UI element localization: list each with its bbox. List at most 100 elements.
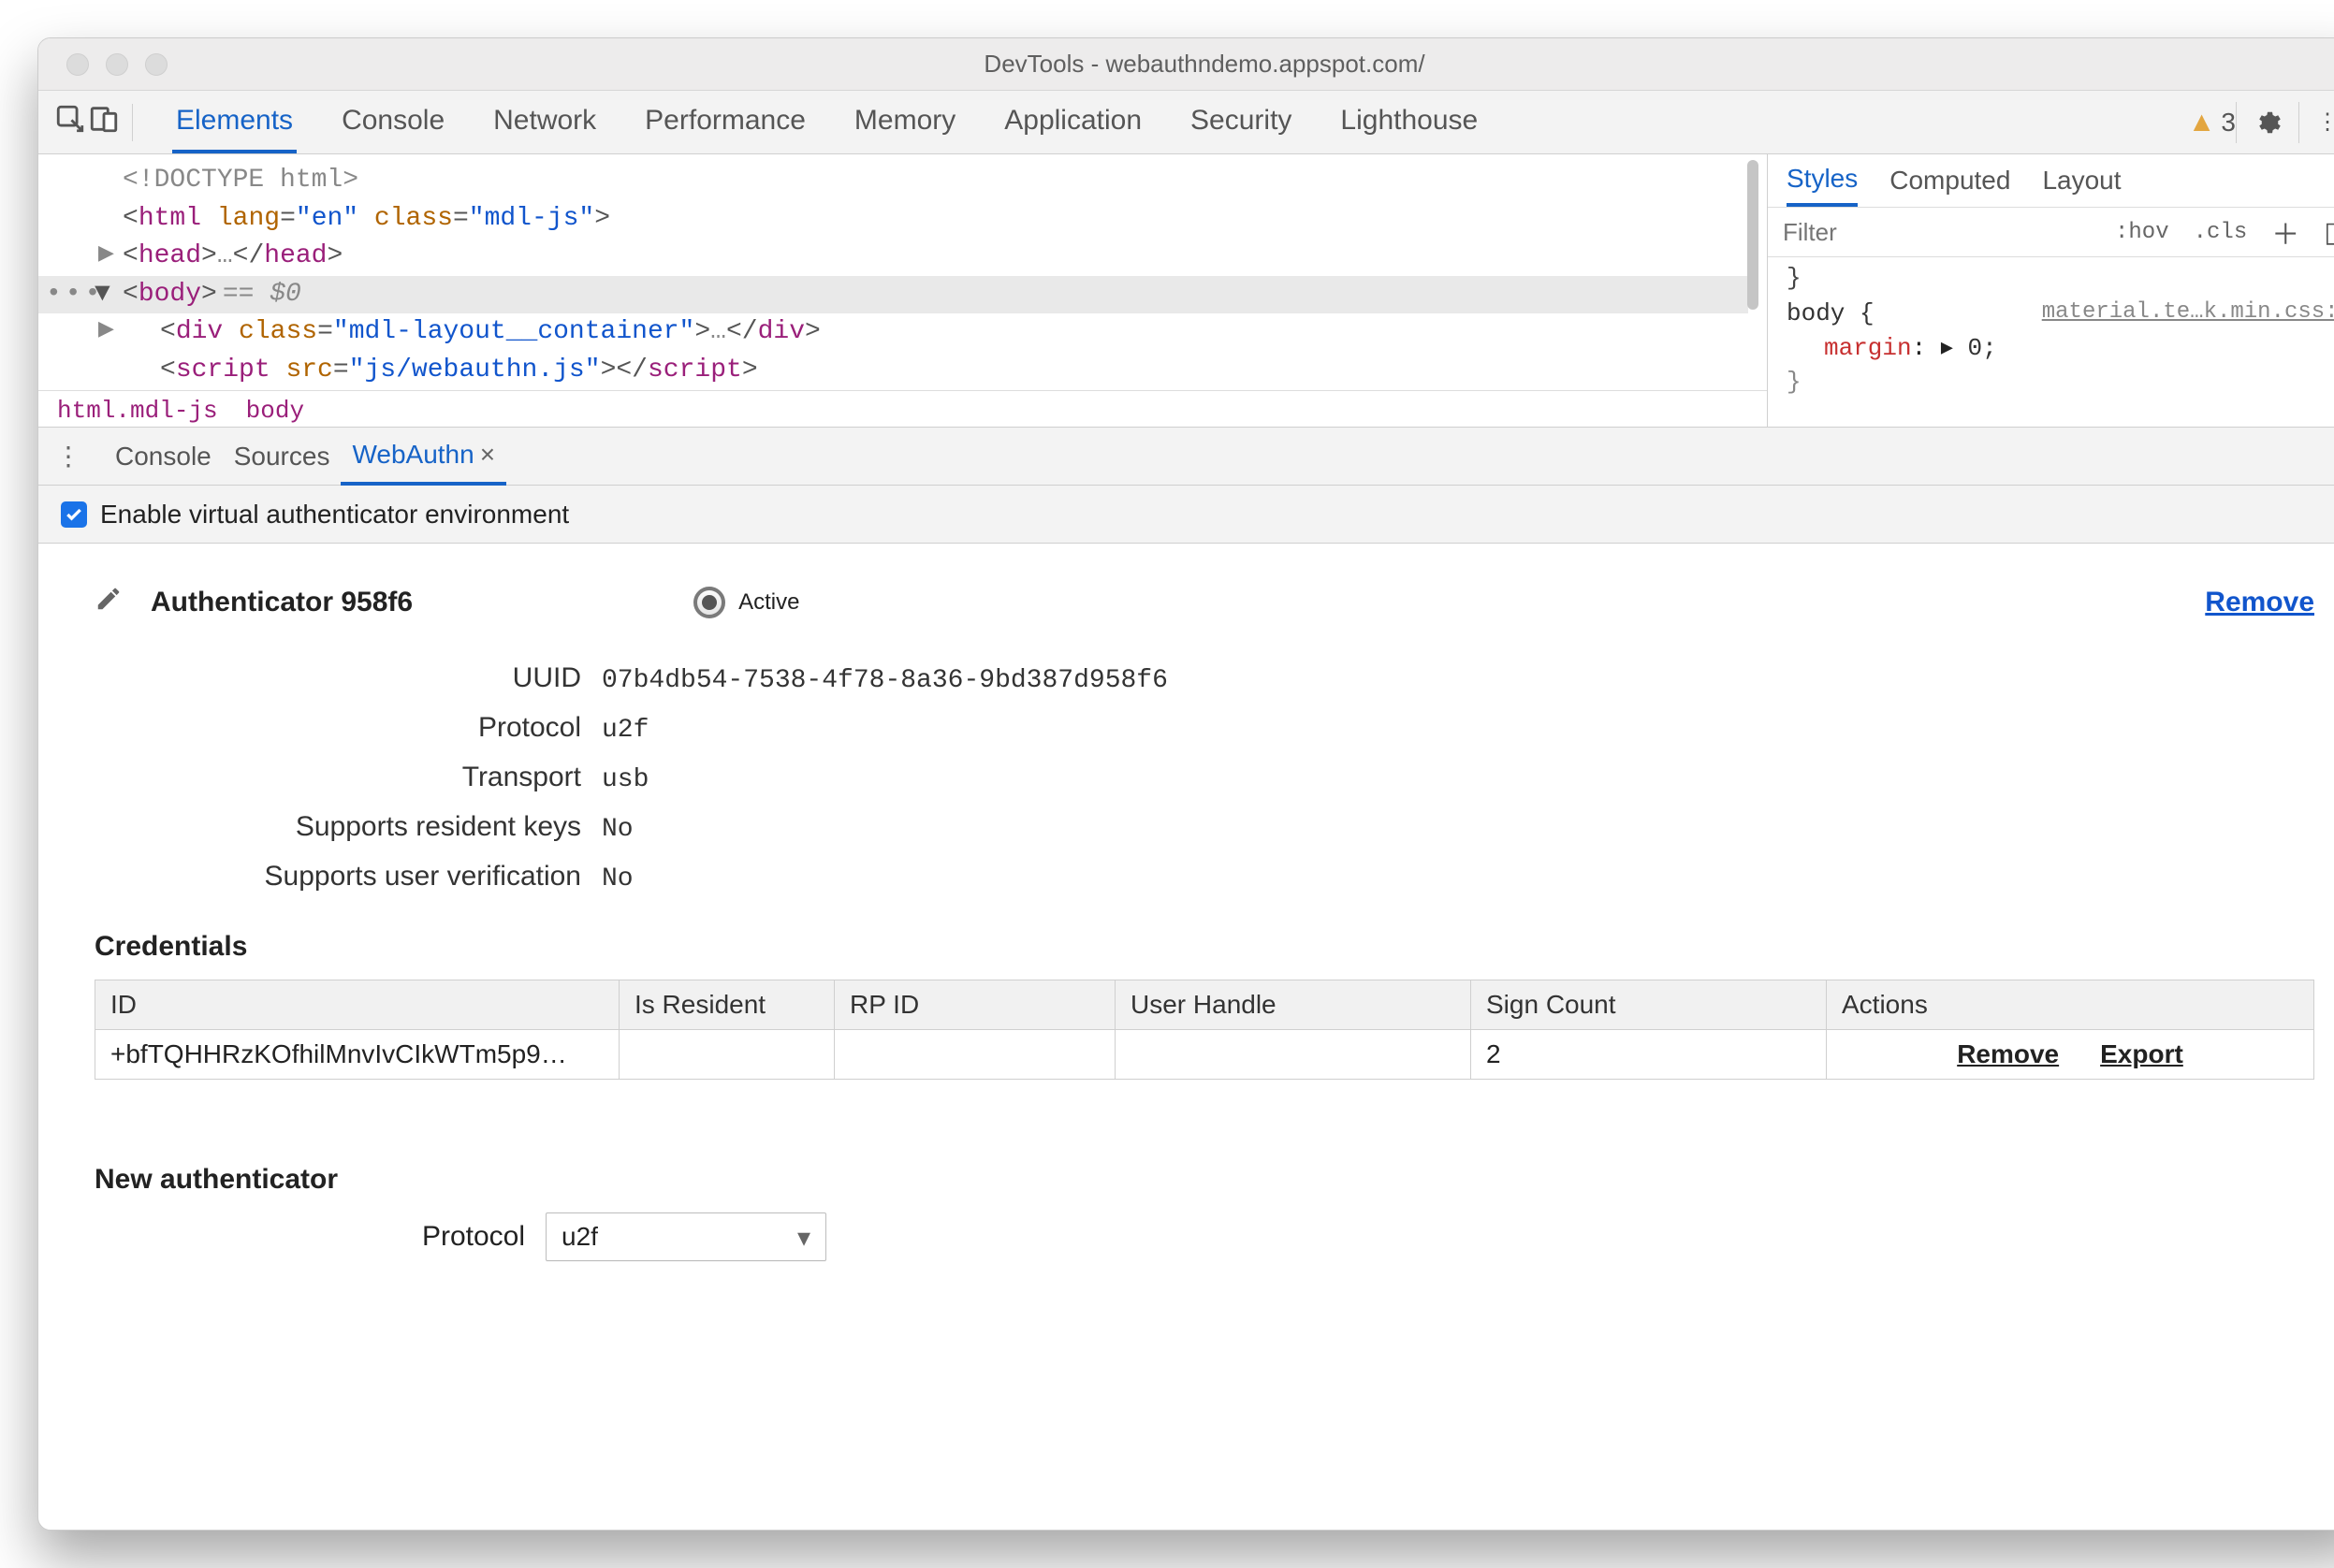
credentials-table: ID Is Resident RP ID User Handle Sign Co… [95,980,2314,1080]
uuid-value: 07b4db54-7538-4f78-8a36-9bd387d958f6 [602,666,1168,695]
styles-filter-input[interactable] [1783,218,2096,247]
more-icon[interactable]: ⋮ [2298,102,2334,143]
tab-performance[interactable]: Performance [641,92,810,153]
drawer-more-icon[interactable]: ⋮ [55,441,81,472]
authenticator-properties: UUID07b4db54-7538-4f78-8a36-9bd387d958f6… [151,662,2314,893]
cell-signcount: 2 [1471,1030,1827,1080]
device-toggle-icon[interactable] [87,103,121,141]
css-selector: body { [1787,299,1874,327]
crumb-html[interactable]: html.mdl-js [57,397,218,425]
transport-label: Transport [151,762,581,793]
pencil-icon[interactable] [95,585,123,619]
elements-split: <!DOCTYPE html> <html lang="en" class="m… [38,154,2334,428]
brace-bottom: } [1787,365,2334,399]
styles-tab-styles[interactable]: Styles [1787,164,1858,207]
tab-security[interactable]: Security [1187,92,1295,153]
chevron-down-icon: ▾ [797,1222,810,1253]
new-protocol-value: u2f [562,1222,598,1252]
panel-tabbar: Elements Console Network Performance Mem… [38,91,2334,154]
devtools-window: DevTools - webauthndemo.appspot.com/ Ele… [37,37,2334,1531]
credentials-header: Credentials [95,931,2314,963]
cell-userhandle [1116,1030,1471,1080]
warning-count[interactable]: ▲ 3 [2188,107,2236,138]
tab-lighthouse[interactable]: Lighthouse [1336,92,1481,153]
remove-authenticator-link[interactable]: Remove [2205,587,2314,618]
styles-tabs: Styles Computed Layout » [1768,154,2334,208]
divider [132,104,133,141]
active-radio[interactable] [693,587,725,618]
hov-button[interactable]: :hov [2109,218,2175,247]
styles-body[interactable]: } material.te…k.min.css:8 body { margin:… [1768,257,2334,403]
col-actions[interactable]: Actions [1827,980,2314,1030]
cell-id: +bfTQHHRzKOfhilMnvIvCIkWTm5p9… [95,1030,620,1080]
toggle-pane-icon[interactable]: ◫ [2318,216,2334,249]
styles-filter-row: :hov .cls ＋ ◫ [1768,208,2334,257]
div-line[interactable]: ▶<div class="mdl-layout__container">…</d… [123,313,1748,352]
drawer-tab-sources[interactable]: Sources [223,429,342,484]
panel-tabs: Elements Console Network Performance Mem… [172,92,1481,153]
tab-elements[interactable]: Elements [172,92,297,153]
drawer-tab-console[interactable]: Console [104,429,223,484]
styles-sidebar: Styles Computed Layout » :hov .cls ＋ ◫ }… [1767,154,2334,427]
enable-label: Enable virtual authenticator environment [100,500,569,530]
enable-bar: Enable virtual authenticator environment [38,486,2334,544]
credential-remove-link[interactable]: Remove [1957,1039,2059,1069]
script-line[interactable]: <script src="js/webauthn.js"></script> [123,352,1748,390]
window-title: DevTools - webauthndemo.appspot.com/ [38,50,2334,79]
doctype-line: <!DOCTYPE html> [123,162,1748,200]
styles-tab-layout[interactable]: Layout [2042,166,2121,205]
breadcrumb[interactable]: html.mdl-js body [38,390,1767,427]
elements-tree[interactable]: <!DOCTYPE html> <html lang="en" class="m… [38,154,1767,427]
titlebar: DevTools - webauthndemo.appspot.com/ [38,38,2334,91]
settings-icon[interactable] [2236,102,2298,143]
active-radio-group: Active [693,587,799,618]
suv-label: Supports user verification [151,861,581,893]
webauthn-panel: Enable virtual authenticator environment… [38,486,2334,1530]
inspect-icon[interactable] [53,103,87,141]
brace-close-top: } [1787,261,2334,295]
crumb-body[interactable]: body [246,397,304,425]
col-resident[interactable]: Is Resident [620,980,835,1030]
elements-scrollbar[interactable] [1739,154,1767,389]
cell-actions: Remove Export [1827,1030,2314,1080]
tab-console[interactable]: Console [338,92,448,153]
warning-number: 3 [2221,108,2236,138]
webauthn-body: Authenticator 958f6 Active Remove UUID07… [38,544,2334,1530]
cell-rpid [835,1030,1116,1080]
drawer-tabbar: ⋮ Console Sources WebAuthn× × [38,428,2334,486]
active-label: Active [738,589,799,616]
suv-value: No [602,864,634,893]
new-protocol-label: Protocol [95,1221,525,1253]
css-prop-line[interactable]: margin: ▸ 0; [1787,331,2334,365]
head-line[interactable]: ▶<head>…</head> [123,238,1748,276]
srk-value: No [602,815,634,844]
protocol-value: u2f [602,716,649,745]
new-protocol-select[interactable]: u2f ▾ [546,1212,826,1261]
new-authenticator-row: Protocol u2f ▾ [95,1212,2314,1261]
add-rule-icon[interactable]: ＋ [2266,211,2305,253]
warning-icon: ▲ [2188,107,2216,138]
col-rpid[interactable]: RP ID [835,980,1116,1030]
table-row[interactable]: +bfTQHHRzKOfhilMnvIvCIkWTm5p9… 2 Remove … [95,1030,2314,1080]
html-open-line: <html lang="en" class="mdl-js"> [123,200,1748,239]
authenticator-name: Authenticator 958f6 [151,587,413,618]
col-id[interactable]: ID [95,980,620,1030]
cls-button[interactable]: .cls [2188,218,2254,247]
body-selected-line[interactable]: •••▼<body>== $0 [38,276,1748,314]
credential-export-link[interactable]: Export [2100,1039,2183,1069]
new-authenticator-header: New authenticator [95,1164,2314,1196]
close-icon[interactable]: × [480,440,495,469]
table-header-row: ID Is Resident RP ID User Handle Sign Co… [95,980,2314,1030]
col-signcount[interactable]: Sign Count [1471,980,1827,1030]
col-userhandle[interactable]: User Handle [1116,980,1471,1030]
srk-label: Supports resident keys [151,811,581,843]
styles-tab-computed[interactable]: Computed [1889,166,2010,205]
drawer-tab-webauthn[interactable]: WebAuthn× [341,428,506,486]
tab-memory[interactable]: Memory [851,92,959,153]
transport-value: usb [602,765,649,794]
tab-network[interactable]: Network [489,92,600,153]
authenticator-header: Authenticator 958f6 Active Remove [95,585,2314,619]
tab-application[interactable]: Application [1000,92,1145,153]
css-source-link[interactable]: material.te…k.min.css:8 [2042,297,2334,328]
enable-checkbox[interactable] [61,501,87,528]
